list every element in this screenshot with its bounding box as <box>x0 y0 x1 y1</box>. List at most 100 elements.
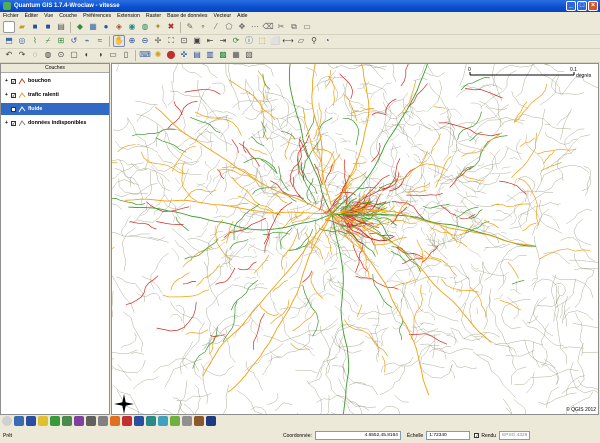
annotation-icon[interactable]: ▭ <box>107 49 119 61</box>
coordinate-field[interactable]: 4.6552,45.8164 <box>314 431 401 440</box>
zoom-out-icon[interactable]: ⊖ <box>139 35 151 47</box>
expand-icon[interactable]: + <box>4 78 9 84</box>
crs-button[interactable]: EPSG:4326 <box>499 431 531 440</box>
overview-icon[interactable]: ▩ <box>217 49 229 61</box>
plugin-yellow-icon[interactable] <box>38 416 48 426</box>
add-raster-layer-icon[interactable]: ▦ <box>87 21 99 33</box>
capture-point-icon[interactable]: ∘ <box>197 21 209 33</box>
scale-field[interactable]: 1:72340 <box>426 431 471 440</box>
add-wms-layer-icon[interactable]: ◉ <box>126 21 138 33</box>
merge-icon[interactable]: ⊞ <box>55 35 67 47</box>
paste-features-icon[interactable]: ▭ <box>301 21 313 33</box>
layer-visibility-checkbox[interactable]: ✓ <box>11 120 16 126</box>
layer-item-fluide[interactable]: fluide <box>1 103 109 115</box>
plugin-red-icon[interactable] <box>122 416 132 426</box>
minimize-button[interactable]: _ <box>566 1 576 11</box>
label-tool-icon[interactable]: ◌ <box>29 49 41 61</box>
layer-visibility-checkbox[interactable]: ✓ <box>11 78 16 84</box>
undo-icon[interactable]: ↶ <box>3 49 15 61</box>
refresh-icon[interactable]: ⟳ <box>230 35 242 47</box>
pan-icon[interactable]: ✋ <box>113 35 125 47</box>
plugin-chart-icon[interactable] <box>86 416 96 426</box>
cut-features-icon[interactable]: ✂ <box>275 21 287 33</box>
map-canvas[interactable]: 0 0.1 degrés © QGIS 2012 <box>111 63 599 415</box>
show-labels-icon[interactable]: ⊙ <box>55 49 67 61</box>
add-spatialite-layer-icon[interactable]: ◈ <box>113 21 125 33</box>
print-composer-icon[interactable]: ▤ <box>55 21 67 33</box>
reshape-icon[interactable]: ⌇ <box>29 35 41 47</box>
zoom-next-icon[interactable]: ⇥ <box>217 35 229 47</box>
layer-item-donnees-indisponibles[interactable]: + ✓ données indisponibles <box>1 117 109 129</box>
add-wfs-layer-icon[interactable]: ◍ <box>139 21 151 33</box>
plugin-blue-icon[interactable]: ✜ <box>178 49 190 61</box>
move-label-icon[interactable]: ▢ <box>68 49 80 61</box>
render-checkbox[interactable]: ✓ <box>474 433 480 438</box>
layer-properties-icon[interactable]: ▧ <box>243 49 255 61</box>
zoom-last-icon[interactable]: ⇤ <box>204 35 216 47</box>
capture-polygon-icon[interactable]: ⬠ <box>223 21 235 33</box>
plugin-lime-icon[interactable] <box>170 416 180 426</box>
save-as-icon[interactable]: ■ <box>42 21 54 33</box>
python-console-icon[interactable]: ⌨ <box>139 49 151 61</box>
change-label-icon[interactable]: ◑ <box>94 49 106 61</box>
pin-labels-icon[interactable]: ◍ <box>42 49 54 61</box>
grass-icon[interactable] <box>14 416 24 426</box>
identify-icon[interactable]: ⓘ <box>243 35 255 47</box>
split-icon[interactable]: ⌿ <box>42 35 54 47</box>
plugin-map-icon[interactable] <box>62 416 72 426</box>
zoom-in-icon[interactable]: ⊕ <box>126 35 138 47</box>
new-project-icon[interactable] <box>3 21 15 33</box>
plugin-red-icon[interactable]: ⬤ <box>165 49 177 61</box>
add-vector-layer-icon[interactable]: ◆ <box>74 21 86 33</box>
plugin-gray-icon[interactable] <box>182 416 192 426</box>
database-icon[interactable] <box>26 416 36 426</box>
toggle-editing-icon[interactable]: ✎ <box>184 21 196 33</box>
plugin-orange-icon[interactable] <box>110 416 120 426</box>
pan-arrows-icon[interactable]: ✢ <box>152 35 164 47</box>
open-project-icon[interactable]: ▰ <box>16 21 28 33</box>
plugin-green-icon[interactable] <box>50 416 60 426</box>
deselect-icon[interactable]: ⬜ <box>269 35 281 47</box>
plugin-table-icon[interactable] <box>98 416 108 426</box>
tile-scale-icon[interactable]: ▦ <box>230 49 242 61</box>
expand-icon[interactable]: + <box>4 120 9 126</box>
redo-icon[interactable]: ↷ <box>16 49 28 61</box>
select-features-icon[interactable]: ⬚ <box>256 35 268 47</box>
zoom-selection-icon[interactable]: ⊡ <box>178 35 190 47</box>
copy-features-icon[interactable]: ⧉ <box>288 21 300 33</box>
layer-item-trafic-ralenti[interactable]: + ✓ trafic ralenti <box>1 89 109 101</box>
ring-icon[interactable]: ◎ <box>16 35 28 47</box>
close-button[interactable]: × <box>588 1 598 11</box>
plugin-purple-icon[interactable] <box>74 416 84 426</box>
offset-curve-icon[interactable]: ≈ <box>94 35 106 47</box>
capture-line-icon[interactable]: ⁄ <box>210 21 222 33</box>
zoom-layer-icon[interactable]: ▣ <box>191 35 203 47</box>
rotate-icon[interactable]: ◐ <box>81 49 93 61</box>
save-project-icon[interactable]: ■ <box>29 21 41 33</box>
remove-layer-icon[interactable]: ✖ <box>165 21 177 33</box>
text-annotation-icon[interactable]: ▯ <box>120 49 132 61</box>
add-postgis-layer-icon[interactable]: ● <box>100 21 112 33</box>
maximize-button[interactable]: □ <box>577 1 587 11</box>
new-shapefile-icon[interactable]: ✦ <box>152 21 164 33</box>
move-feature-icon[interactable]: ✥ <box>236 21 248 33</box>
plugin-star-icon[interactable]: ✺ <box>152 49 164 61</box>
coordinate-capture-icon[interactable] <box>2 416 12 426</box>
delete-selected-icon[interactable]: ⌫ <box>262 21 274 33</box>
simplify-icon[interactable]: ⌁ <box>81 35 93 47</box>
plugin-blue-icon[interactable] <box>134 416 144 426</box>
plugin-navy-icon[interactable] <box>206 416 216 426</box>
zoom-full-icon[interactable]: ⛶ <box>165 35 177 47</box>
attribute-table-icon[interactable]: ▤ <box>191 49 203 61</box>
map-tips-icon[interactable]: ◔ <box>321 35 333 47</box>
vertex-add-icon[interactable]: ⬒ <box>3 35 15 47</box>
plugin-brown-icon[interactable] <box>194 416 204 426</box>
rotate-label-icon[interactable]: ↺ <box>68 35 80 47</box>
layer-item-bouchon[interactable]: + ✓ bouchon <box>1 75 109 87</box>
expand-icon[interactable]: + <box>4 92 9 98</box>
layer-visibility-checkbox[interactable]: ✓ <box>11 92 16 98</box>
search-icon[interactable]: ⚲ <box>308 35 320 47</box>
node-tool-icon[interactable]: ⋯ <box>249 21 261 33</box>
measure-line-icon[interactable]: ⟷ <box>282 35 294 47</box>
plugin-cyan-icon[interactable] <box>158 416 168 426</box>
